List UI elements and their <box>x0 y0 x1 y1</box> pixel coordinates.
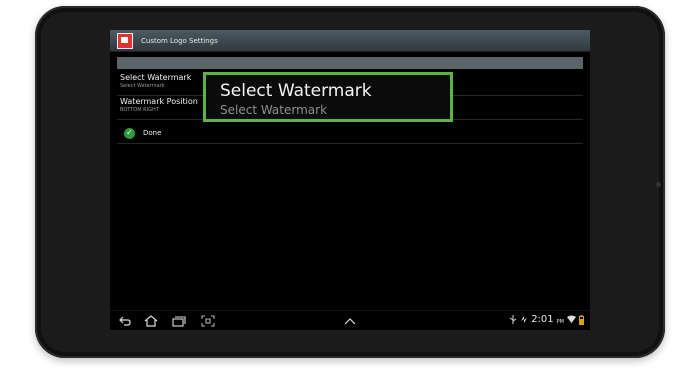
recent-apps-icon[interactable] <box>172 315 186 327</box>
title-bar: Custom Logo Settings <box>110 30 590 52</box>
chevron-up-icon[interactable] <box>343 315 357 327</box>
navigation-bar: 2:01 PM <box>110 310 590 330</box>
screenshot-icon[interactable] <box>201 315 215 327</box>
callout-title: Select Watermark <box>220 81 372 101</box>
done-button[interactable]: ✓ Done <box>117 123 583 144</box>
category-header-bar <box>117 57 583 69</box>
check-circle-icon: ✓ <box>124 127 135 139</box>
clock-ampm: PM <box>556 318 564 325</box>
wifi-icon <box>567 315 576 323</box>
home-icon[interactable] <box>144 315 158 327</box>
clock-time: 2:01 <box>531 314 554 325</box>
custom-logo-app-icon <box>117 32 133 49</box>
callout-summary: Select Watermark <box>220 103 328 117</box>
back-icon[interactable] <box>118 315 132 327</box>
status-area[interactable]: 2:01 PM <box>509 314 584 325</box>
done-label: Done <box>143 129 162 137</box>
zoom-callout: Select Watermark Select Watermark <box>203 72 453 122</box>
battery-icon <box>579 314 584 325</box>
light-sensor <box>656 182 661 187</box>
usb-icon <box>509 315 517 324</box>
tablet-frame: Custom Logo Settings Select Watermark Se… <box>0 0 700 370</box>
sync-icon <box>521 316 528 323</box>
window-title: Custom Logo Settings <box>141 36 218 45</box>
